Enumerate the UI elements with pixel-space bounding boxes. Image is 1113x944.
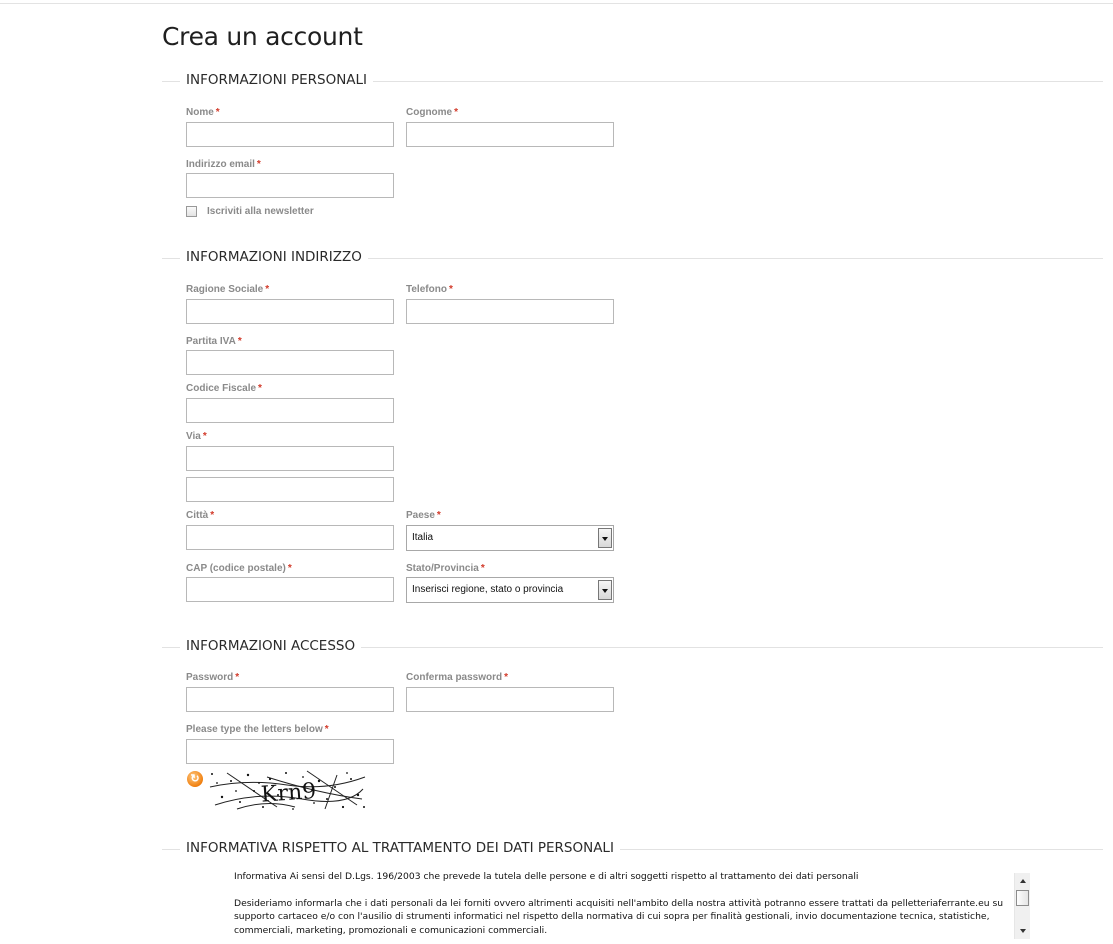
- page-title: Crea un account: [162, 22, 363, 51]
- city-label: Città *: [186, 510, 215, 521]
- refresh-captcha-icon[interactable]: ↻: [187, 771, 203, 787]
- street-label: Via *: [186, 431, 207, 442]
- required-mark: *: [258, 383, 262, 394]
- email-input[interactable]: [186, 173, 394, 198]
- captcha-noise: Krn9: [209, 770, 366, 810]
- chevron-down-icon[interactable]: [598, 580, 612, 600]
- required-mark: *: [235, 672, 240, 683]
- region-label: Stato/Provincia *: [406, 563, 485, 574]
- country-select[interactable]: Italia: [406, 525, 614, 551]
- address-info-title: INFORMAZIONI INDIRIZZO: [180, 249, 368, 265]
- password-label: Password *: [186, 672, 240, 683]
- city-input[interactable]: [186, 525, 394, 550]
- first-name-input[interactable]: [186, 122, 394, 147]
- tax-code-label: Codice Fiscale *: [186, 383, 262, 394]
- confirm-password-input[interactable]: [406, 687, 614, 712]
- street-input[interactable]: [186, 446, 394, 471]
- privacy-paragraph: Informativa Ai sensi del D.Lgs. 196/2003…: [234, 871, 859, 882]
- required-mark: *: [237, 336, 242, 347]
- vat-input[interactable]: [186, 350, 394, 375]
- vat-label: Partita IVA *: [186, 336, 242, 347]
- access-info-section: INFORMAZIONI ACCESSO: [162, 638, 1103, 658]
- privacy-text-box[interactable]: Informativa Ai sensi del D.Lgs. 196/2003…: [228, 870, 1032, 942]
- access-info-title: INFORMAZIONI ACCESSO: [180, 638, 362, 654]
- country-select-value: Italia: [412, 532, 434, 543]
- newsletter-checkbox[interactable]: [186, 206, 197, 217]
- required-mark: *: [256, 159, 261, 170]
- privacy-title: INFORMATIVA RISPETTO AL TRATTAMENTO DEI …: [180, 840, 620, 856]
- company-label: Ragione Sociale *: [186, 284, 270, 295]
- required-mark: *: [210, 510, 215, 521]
- password-input[interactable]: [186, 687, 394, 712]
- top-border: [0, 3, 1113, 4]
- required-mark: *: [480, 563, 485, 574]
- tax-code-input[interactable]: [186, 398, 394, 423]
- privacy-section: INFORMATIVA RISPETTO AL TRATTAMENTO DEI …: [162, 840, 1103, 860]
- privacy-paragraph: Desideriamo informarla che i dati person…: [234, 897, 1004, 936]
- zip-input[interactable]: [186, 577, 394, 602]
- chevron-down-icon[interactable]: [598, 528, 612, 548]
- captcha-text: Krn9: [260, 779, 317, 808]
- first-name-label: Nome *: [186, 107, 220, 118]
- required-mark: *: [436, 510, 441, 521]
- company-input[interactable]: [186, 299, 394, 324]
- region-select[interactable]: Inserisci regione, stato o provincia: [406, 577, 614, 603]
- scroll-up-icon[interactable]: [1015, 874, 1031, 888]
- personal-info-title: INFORMAZIONI PERSONALI: [180, 72, 374, 88]
- country-label: Paese *: [406, 510, 441, 521]
- region-select-value: Inserisci regione, stato o provincia: [412, 584, 564, 595]
- personal-info-section: INFORMAZIONI PERSONALI: [162, 72, 1103, 92]
- required-mark: *: [324, 724, 329, 735]
- newsletter-label: Iscriviti alla newsletter: [207, 206, 314, 217]
- required-mark: *: [454, 107, 459, 118]
- captcha-label: Please type the letters below *: [186, 724, 329, 735]
- last-name-label: Cognome *: [406, 107, 459, 118]
- required-mark: *: [202, 431, 207, 442]
- privacy-scrollbar[interactable]: [1014, 873, 1030, 939]
- street-input-2[interactable]: [186, 477, 394, 502]
- scrollbar-thumb[interactable]: [1016, 890, 1029, 906]
- required-mark: *: [265, 284, 270, 295]
- last-name-input[interactable]: [406, 122, 614, 147]
- required-mark: *: [287, 563, 292, 574]
- captcha-image: Krn9: [207, 769, 368, 811]
- captcha-input[interactable]: [186, 739, 394, 764]
- email-label: Indirizzo email *: [186, 159, 261, 170]
- phone-input[interactable]: [406, 299, 614, 324]
- confirm-password-label: Conferma password *: [406, 672, 509, 683]
- zip-label: CAP (codice postale) *: [186, 563, 292, 574]
- address-info-section: INFORMAZIONI INDIRIZZO: [162, 249, 1103, 269]
- required-mark: *: [448, 284, 453, 295]
- phone-label: Telefono *: [406, 284, 453, 295]
- required-mark: *: [215, 107, 220, 118]
- required-mark: *: [504, 672, 509, 683]
- scroll-down-icon[interactable]: [1015, 924, 1031, 938]
